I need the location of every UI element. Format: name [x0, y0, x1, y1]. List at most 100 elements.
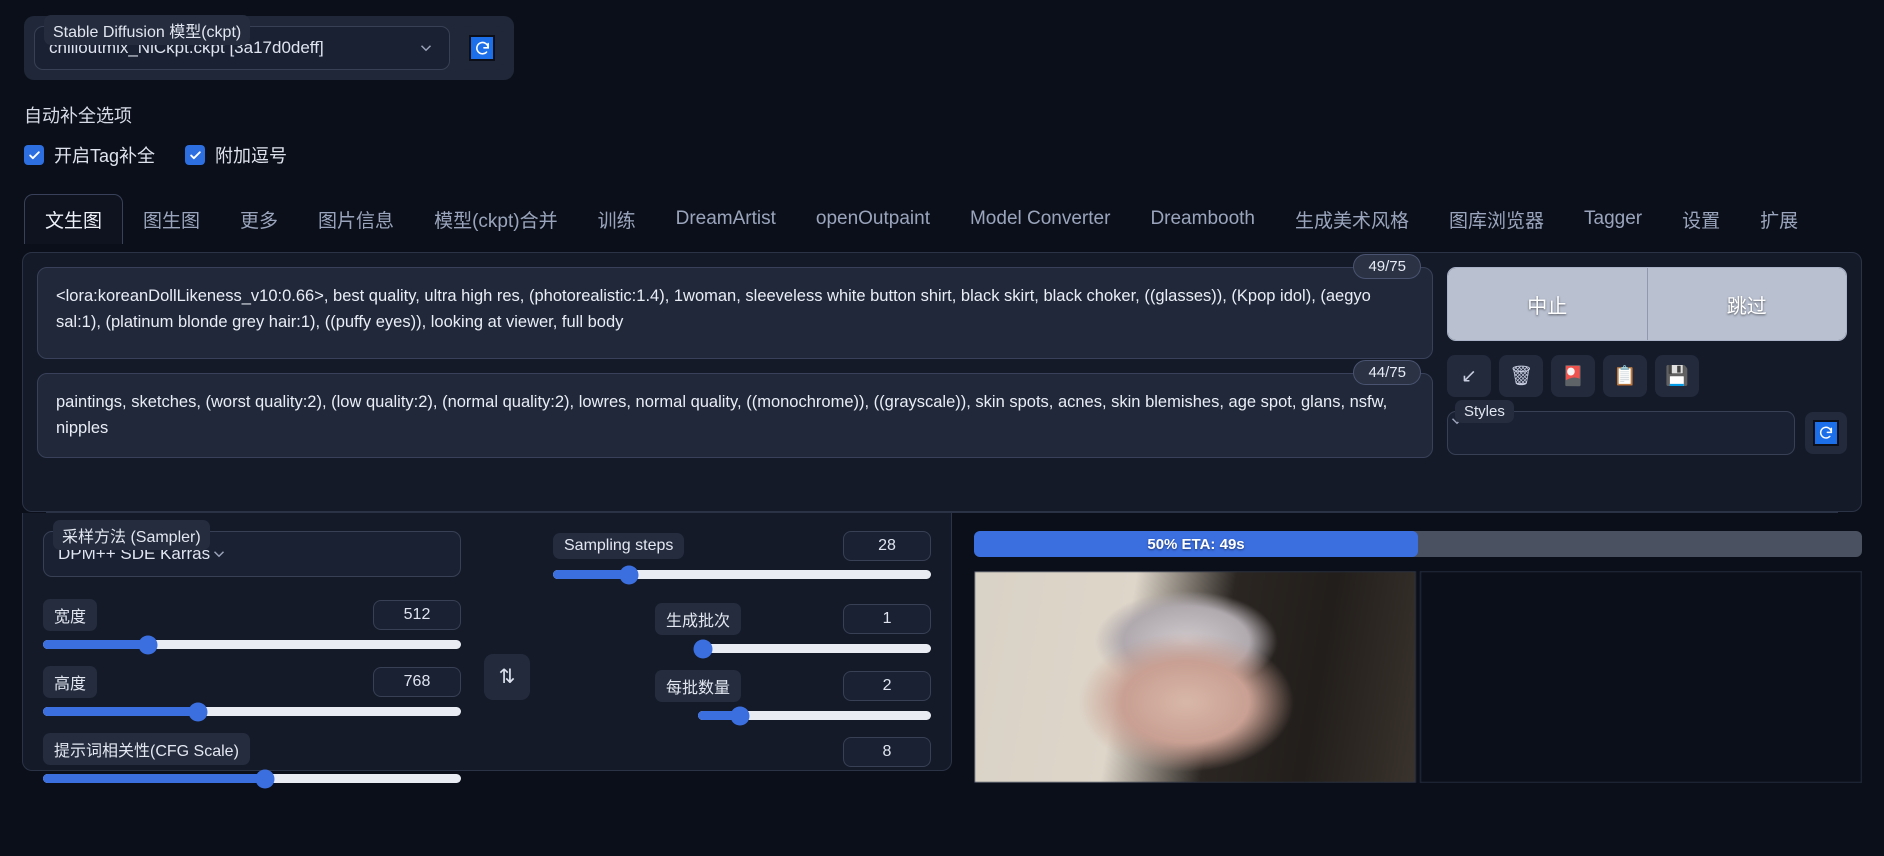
batch-size-slider-block: 每批数量 2	[553, 670, 932, 725]
tab-img2img[interactable]: 图生图	[123, 195, 220, 244]
tab-txt2img[interactable]: 文生图	[24, 194, 124, 244]
clipboard-icon[interactable]: 📋	[1603, 355, 1647, 397]
tab-model-converter[interactable]: Model Converter	[950, 197, 1130, 241]
settings-and-result-row: 采样方法 (Sampler) DPM++ SDE Karras 宽度 512 高…	[22, 513, 1862, 788]
save-style-icon[interactable]: 💾	[1655, 355, 1699, 397]
tab-png-info[interactable]: 图片信息	[298, 195, 414, 244]
chevron-down-icon	[417, 39, 435, 57]
cfg-slider-block: 提示词相关性(CFG Scale)	[43, 733, 461, 788]
tab-art-styles[interactable]: 生成美术风格	[1275, 195, 1429, 244]
settings-column-right: Sampling steps 28 生成批次 1 每批数量 2 8	[553, 531, 932, 767]
height-slider-block: 高度 768	[43, 666, 461, 721]
steps-slider-knob[interactable]	[619, 565, 639, 584]
generation-settings-panel: 采样方法 (Sampler) DPM++ SDE Karras 宽度 512 高…	[22, 513, 952, 788]
autocomplete-title: 自动补全选项	[24, 106, 132, 126]
batch-size-value[interactable]: 2	[843, 671, 932, 701]
prompt-panel: 49/75 <lora:koreanDollLikeness_v10:0.66>…	[22, 252, 1862, 512]
height-value[interactable]: 768	[373, 667, 461, 697]
steps-slider-fill	[553, 570, 629, 579]
tab-checkpoint-merge[interactable]: 模型(ckpt)合并	[414, 195, 578, 244]
progress-bar: 50% ETA: 49s	[974, 531, 1862, 557]
autocomplete-checkbox-row: 开启Tag补全 附加逗号	[24, 142, 1860, 168]
tab-image-browser[interactable]: 图库浏览器	[1429, 195, 1564, 244]
tab-train[interactable]: 训练	[578, 195, 656, 244]
interrupt-button[interactable]: 中止	[1448, 268, 1647, 340]
prompt-column: 49/75 <lora:koreanDollLikeness_v10:0.66>…	[37, 254, 1433, 472]
checkbox-label: 附加逗号	[215, 146, 288, 166]
styles-label: Styles	[1455, 400, 1514, 423]
checkbox-append-comma[interactable]: 附加逗号	[185, 142, 287, 168]
trash-icon[interactable]: 🗑	[1499, 355, 1543, 397]
skip-button[interactable]: 跳过	[1646, 268, 1846, 340]
prompt-token-counter: 49/75	[1353, 254, 1421, 279]
swap-column: ⇅	[475, 531, 539, 760]
result-panel: 50% ETA: 49s	[952, 513, 1862, 783]
model-selector-group: Stable Diffusion 模型(ckpt) chilloutmix_Ni…	[24, 15, 514, 80]
checkbox-label: 开启Tag补全	[54, 146, 156, 166]
output-gallery	[974, 571, 1862, 783]
progress-bar-label: 50% ETA: 49s	[1147, 535, 1245, 553]
checkbox-checked-icon	[185, 145, 206, 165]
width-slider-block: 宽度 512	[43, 599, 461, 654]
steps-slider[interactable]	[553, 565, 931, 584]
height-slider[interactable]	[43, 702, 461, 721]
width-slider[interactable]	[43, 635, 461, 654]
negative-prompt-input[interactable]: paintings, sketches, (worst quality:2), …	[37, 373, 1433, 459]
autocomplete-options: 自动补全选项 开启Tag补全 附加逗号	[0, 80, 1884, 168]
tab-dreambooth[interactable]: Dreambooth	[1130, 197, 1275, 241]
steps-slider-block: Sampling steps 28	[553, 531, 931, 584]
batch-size-slider[interactable]	[698, 706, 931, 725]
cfg-value-block: 8	[553, 737, 931, 767]
chevron-down-icon	[210, 545, 228, 563]
prompt-area: 49/75 <lora:koreanDollLikeness_v10:0.66>…	[37, 254, 1847, 472]
preview-image-2[interactable]	[1420, 571, 1862, 783]
cfg-value[interactable]: 8	[843, 737, 931, 767]
main-tab-bar: 文生图 图生图 更多 图片信息 模型(ckpt)合并 训练 DreamArtis…	[0, 194, 1884, 244]
refresh-icon	[1813, 420, 1839, 446]
tab-openoutpaint[interactable]: openOutpaint	[796, 197, 950, 241]
preview-image-1[interactable]	[974, 571, 1416, 783]
refresh-styles-button[interactable]	[1805, 412, 1847, 454]
action-column: 中止 跳过 ↙ 🗑 🎴 📋 💾 Styles	[1447, 267, 1847, 455]
swap-dimensions-icon[interactable]: ⇅	[484, 653, 530, 700]
height-slider-knob[interactable]	[188, 702, 208, 721]
model-field-wrap: Stable Diffusion 模型(ckpt) chilloutmix_Ni…	[34, 15, 450, 70]
refresh-model-button[interactable]	[460, 26, 504, 70]
tab-more[interactable]: 更多	[220, 195, 298, 244]
prompt-input[interactable]: <lora:koreanDollLikeness_v10:0.66>, best…	[37, 267, 1433, 359]
checkbox-checked-icon	[24, 145, 44, 165]
tab-tagger[interactable]: Tagger	[1564, 197, 1662, 241]
tab-extensions[interactable]: 扩展	[1740, 195, 1818, 244]
width-value[interactable]: 512	[373, 600, 461, 630]
width-slider-knob[interactable]	[138, 635, 157, 654]
height-label: 高度	[43, 666, 98, 698]
height-slider-fill	[43, 707, 198, 716]
cfg-slider-knob[interactable]	[255, 769, 275, 788]
steps-label: Sampling steps	[553, 533, 685, 559]
steps-value[interactable]: 28	[843, 531, 931, 561]
generate-controls: 中止 跳过	[1447, 267, 1847, 341]
extra-networks-icon[interactable]: 🎴	[1551, 355, 1595, 397]
restore-progress-icon[interactable]: ↙	[1447, 355, 1491, 397]
top-model-bar: Stable Diffusion 模型(ckpt) chilloutmix_Ni…	[0, 0, 1884, 80]
batch-count-label: 生成批次	[655, 603, 742, 635]
batch-count-slider[interactable]	[693, 639, 931, 658]
prompt-field-wrap: 49/75 <lora:koreanDollLikeness_v10:0.66>…	[37, 254, 1433, 359]
batch-count-slider-knob[interactable]	[693, 639, 713, 658]
cfg-slider[interactable]	[43, 769, 461, 788]
width-slider-fill	[43, 640, 148, 649]
batch-count-slider-block: 生成批次 1	[553, 603, 932, 658]
batch-count-value[interactable]: 1	[843, 604, 932, 634]
checkbox-enable-tag-autocomplete[interactable]: 开启Tag补全	[24, 142, 155, 168]
styles-row: Styles	[1447, 400, 1847, 455]
batch-size-label: 每批数量	[655, 670, 742, 702]
width-label: 宽度	[43, 599, 98, 631]
sampler-label: 采样方法 (Sampler)	[53, 520, 210, 550]
tab-settings[interactable]: 设置	[1662, 195, 1740, 244]
negative-prompt-field-wrap: 44/75 paintings, sketches, (worst qualit…	[37, 360, 1433, 459]
styles-field-wrap: Styles	[1447, 400, 1795, 455]
batch-size-slider-knob[interactable]	[730, 706, 750, 725]
tab-dreamartist[interactable]: DreamArtist	[656, 197, 796, 241]
negative-prompt-token-counter: 44/75	[1353, 360, 1421, 385]
sampler-field-wrap: 采样方法 (Sampler) DPM++ SDE Karras	[43, 520, 461, 577]
